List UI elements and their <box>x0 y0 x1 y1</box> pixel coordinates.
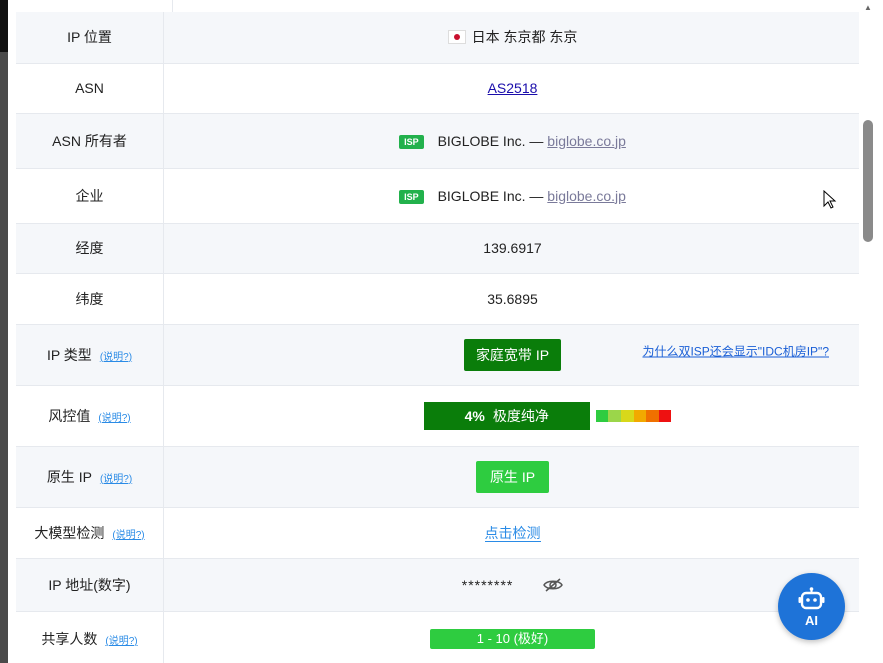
table-row-longitude: 经度 139.6917 <box>16 223 859 274</box>
masked-ip-value: ******** <box>461 577 514 594</box>
table-row-asn: ASN AS2518 <box>16 63 859 114</box>
help-link[interactable]: (说明?) <box>112 530 144 541</box>
risk-scale-segment <box>608 409 621 422</box>
row-key: 共享人数 (说明?) <box>16 611 164 663</box>
llm-check-link[interactable]: 点击检测 <box>484 524 541 542</box>
row-key: IP 位置 <box>16 12 164 64</box>
row-key-label: 大模型检测 <box>34 524 105 541</box>
japan-flag-icon <box>447 30 466 45</box>
org-name: BIGLOBE Inc. — <box>437 187 544 204</box>
org-domain-link[interactable]: biglobe.co.jp <box>547 188 626 204</box>
row-key: ASN 所有者 <box>16 113 164 169</box>
ai-button-label: AI <box>805 613 818 628</box>
row-value: AS2518 <box>163 63 859 114</box>
table-row-native-ip: 原生 IP (说明?) 原生 IP <box>16 446 859 508</box>
row-value: 点击检测 <box>163 507 859 559</box>
table-row-shared-users: 共享人数 (说明?) 1 - 10 (极好) <box>16 611 859 663</box>
table-row-ip-type: IP 类型 (说明?) 家庭宽带 IP 为什么双ISP还会显示"IDC机房IP"? <box>16 324 859 386</box>
row-key: 企业 <box>16 168 164 224</box>
risk-scale-bars <box>595 409 672 422</box>
latitude-value: 35.6895 <box>163 273 859 325</box>
help-link[interactable]: (说明?) <box>98 413 130 424</box>
table-row-company: 企业 ISP BIGLOBE Inc. — biglobe.co.jp <box>16 168 859 224</box>
risk-percent: 4% <box>464 407 485 424</box>
vertical-scrollbar[interactable]: ▲ <box>857 0 883 663</box>
row-value: 日本 东京都 东京 <box>163 12 859 64</box>
shared-users-badge: 1 - 10 (极好) <box>430 629 595 649</box>
ip-info-panel: IP 位置 日本 东京都 东京 ASN AS2518 ASN 所有者 ISP BI… <box>8 0 859 663</box>
eye-slash-icon[interactable] <box>543 577 564 593</box>
row-value: ISP BIGLOBE Inc. — biglobe.co.jp <box>163 113 859 169</box>
scroll-up-arrow-icon[interactable]: ▲ <box>864 3 872 12</box>
row-key: 大模型检测 (说明?) <box>16 507 164 559</box>
row-value: ******** <box>163 558 859 612</box>
risk-meter: 4% 极度纯净 <box>423 401 672 430</box>
row-value: 家庭宽带 IP 为什么双ISP还会显示"IDC机房IP"? <box>163 324 859 386</box>
risk-score-badge: 4% 极度纯净 <box>423 401 590 430</box>
row-key: ASN <box>16 63 164 114</box>
help-link[interactable]: (说明?) <box>100 474 132 485</box>
table-row-asn-owner: ASN 所有者 ISP BIGLOBE Inc. — biglobe.co.jp <box>16 113 859 169</box>
row-key-label: IP 类型 <box>46 346 92 363</box>
table-row-llm-check: 大模型检测 (说明?) 点击检测 <box>16 507 859 559</box>
row-key: 纬度 <box>16 273 164 325</box>
row-value: ISP BIGLOBE Inc. — biglobe.co.jp <box>163 168 859 224</box>
robot-icon <box>798 587 825 610</box>
scrollbar-thumb[interactable] <box>863 120 873 242</box>
row-key-label: 原生 IP <box>46 468 92 485</box>
risk-scale-segment <box>646 409 659 422</box>
table-row-ip-numeric: IP 地址(数字) ******** <box>16 558 859 612</box>
help-link[interactable]: (说明?) <box>100 352 132 363</box>
risk-scale-segment <box>595 409 609 422</box>
ip-info-table: IP 位置 日本 东京都 东京 ASN AS2518 ASN 所有者 ISP BI… <box>16 12 859 663</box>
row-key: 原生 IP (说明?) <box>16 446 164 508</box>
row-value: 1 - 10 (极好) <box>163 611 859 663</box>
isp-badge: ISP <box>399 134 424 149</box>
ip-type-badge: 家庭宽带 IP <box>463 338 562 371</box>
row-key: IP 地址(数字) <box>16 558 164 612</box>
table-row-latitude: 纬度 35.6895 <box>16 273 859 325</box>
asn-link[interactable]: AS2518 <box>488 80 538 96</box>
risk-label: 极度纯净 <box>492 407 549 424</box>
row-key-label: 共享人数 <box>41 631 98 647</box>
isp-badge: ISP <box>399 189 424 204</box>
ai-assistant-button[interactable]: AI <box>778 573 845 640</box>
risk-scale-segment <box>658 409 672 422</box>
row-value: 原生 IP <box>163 446 859 508</box>
row-value: 4% 极度纯净 <box>163 385 859 447</box>
row-key-label: 风控值 <box>48 407 91 424</box>
location-text: 日本 东京都 东京 <box>471 29 578 46</box>
row-key: IP 类型 (说明?) <box>16 324 164 386</box>
dual-isp-faq-link[interactable]: 为什么双ISP还会显示"IDC机房IP"? <box>642 342 829 359</box>
risk-scale-segment <box>620 409 634 422</box>
help-link[interactable]: (说明?) <box>105 636 137 647</box>
org-name: BIGLOBE Inc. — <box>437 132 544 149</box>
table-row-risk: 风控值 (说明?) 4% 极度纯净 <box>16 385 859 447</box>
table-row-ip-location: IP 位置 日本 东京都 东京 <box>16 12 859 64</box>
longitude-value: 139.6917 <box>163 223 859 274</box>
native-ip-badge: 原生 IP <box>475 460 550 493</box>
row-key: 经度 <box>16 223 164 274</box>
org-domain-link[interactable]: biglobe.co.jp <box>547 133 626 149</box>
mouse-cursor-icon <box>823 190 837 209</box>
row-key: 风控值 (说明?) <box>16 385 164 447</box>
risk-scale-segment <box>633 409 647 422</box>
